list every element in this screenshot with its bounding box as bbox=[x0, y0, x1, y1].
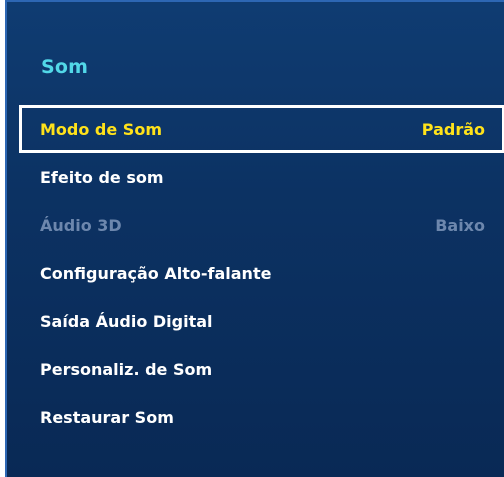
menu-item-label: Áudio 3D bbox=[40, 215, 122, 235]
menu-item-label: Efeito de som bbox=[40, 167, 164, 187]
sound-menu: Modo de Som Padrão Efeito de som Áudio 3… bbox=[19, 105, 504, 441]
menu-item-label: Saída Áudio Digital bbox=[40, 311, 213, 331]
menu-item-label: Configuração Alto-falante bbox=[40, 263, 272, 283]
menu-item-sound-effect[interactable]: Efeito de som bbox=[19, 153, 504, 201]
menu-item-label: Modo de Som bbox=[40, 119, 162, 139]
menu-item-digital-audio-out[interactable]: Saída Áudio Digital bbox=[19, 297, 504, 345]
menu-item-reset-sound[interactable]: Restaurar Som bbox=[19, 393, 504, 441]
menu-item-sound-mode[interactable]: Modo de Som Padrão bbox=[19, 105, 504, 153]
menu-item-value: Baixo bbox=[435, 215, 485, 235]
menu-item-label: Personaliz. de Som bbox=[40, 359, 213, 379]
sound-settings-panel: Som Modo de Som Padrão Efeito de som Áud… bbox=[5, 0, 504, 477]
menu-item-value: Padrão bbox=[421, 119, 485, 139]
panel-title: Som bbox=[41, 56, 89, 78]
menu-item-3d-audio: Áudio 3D Baixo bbox=[19, 201, 504, 249]
menu-item-sound-customizer[interactable]: Personaliz. de Som bbox=[19, 345, 504, 393]
menu-item-speaker-settings[interactable]: Configuração Alto-falante bbox=[19, 249, 504, 297]
menu-item-label: Restaurar Som bbox=[40, 407, 174, 427]
